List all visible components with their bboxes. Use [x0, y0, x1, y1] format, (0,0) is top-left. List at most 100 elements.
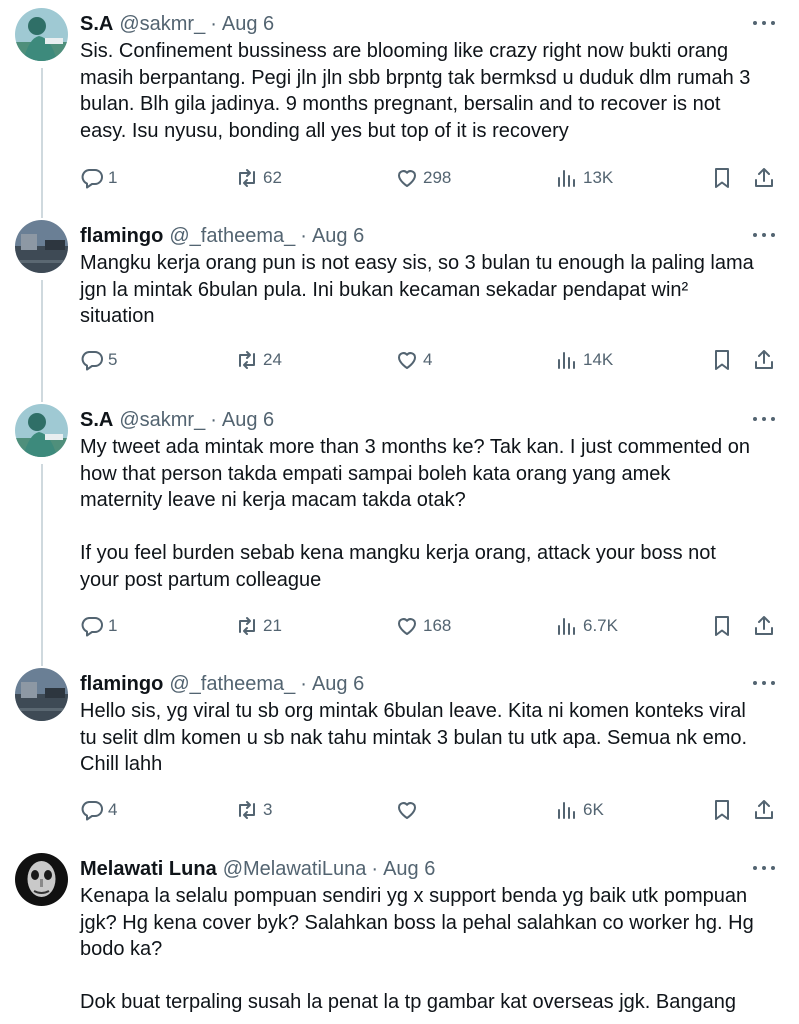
display-name[interactable]: flamingo	[80, 225, 163, 248]
tweet-date[interactable]: Aug 6	[383, 858, 435, 881]
avatar[interactable]	[15, 853, 68, 906]
share-button[interactable]	[752, 345, 776, 375]
reply-button[interactable]: 1	[80, 163, 117, 193]
reply-icon	[81, 801, 103, 821]
display-name[interactable]: S.A	[80, 13, 113, 36]
views-button[interactable]: 14K	[555, 345, 613, 375]
bookmark-button[interactable]	[710, 345, 734, 375]
like-count: 168	[423, 616, 452, 635]
reply-count: 1	[108, 168, 118, 187]
reply-button[interactable]: 5	[80, 345, 117, 375]
separator-dot: ·	[210, 408, 217, 431]
avatar[interactable]	[15, 220, 68, 273]
tweet-date[interactable]: Aug 6	[312, 225, 364, 248]
bookmark-button[interactable]	[710, 163, 734, 193]
like-button[interactable]: 298	[395, 163, 451, 193]
more-icon[interactable]	[753, 12, 777, 32]
share-icon	[755, 168, 773, 187]
bookmark-icon	[715, 616, 729, 636]
reply-icon	[81, 617, 103, 637]
tweet: S.A @sakmr_ · Aug 6 Sis. Confinement bus…	[0, 8, 799, 198]
tweet: flamingo @_fatheema_ · Aug 6 Hello sis, …	[0, 668, 799, 838]
share-button[interactable]	[752, 611, 776, 641]
views-icon	[558, 802, 575, 819]
reply-button[interactable]: 4	[80, 795, 117, 825]
share-icon	[755, 616, 773, 635]
reply-button[interactable]: 1	[80, 611, 117, 641]
tweet-actions: 1 21 168 6.7K	[80, 611, 780, 641]
display-name[interactable]: Melawati Luna	[80, 858, 217, 881]
views-count: 6.7K	[583, 616, 618, 635]
retweet-icon	[239, 169, 255, 187]
user-handle[interactable]: @sakmr_	[119, 409, 205, 432]
more-icon[interactable]	[753, 857, 777, 877]
share-icon	[755, 800, 773, 819]
retweet-count: 62	[263, 168, 282, 187]
separator-dot: ·	[300, 672, 307, 695]
tweet-header: flamingo @_fatheema_ · Aug 6	[80, 222, 364, 250]
reply-count: 5	[108, 350, 118, 369]
reply-icon	[81, 169, 103, 189]
views-icon	[558, 170, 575, 187]
retweet-icon	[239, 617, 255, 635]
tweet-header: S.A @sakmr_ · Aug 6	[80, 406, 274, 434]
more-icon[interactable]	[753, 672, 777, 692]
views-button[interactable]: 13K	[555, 163, 613, 193]
user-handle[interactable]: @sakmr_	[119, 13, 205, 36]
views-count: 13K	[583, 168, 614, 187]
tweet: Melawati Luna @MelawatiLuna · Aug 6 Kena…	[0, 853, 799, 1024]
tweet-actions: 5 24 4 14K	[80, 345, 780, 375]
user-handle[interactable]: @MelawatiLuna	[223, 858, 367, 881]
share-button[interactable]	[752, 163, 776, 193]
tweet-text: Mangku kerja orang pun is not easy sis, …	[80, 252, 754, 327]
avatar[interactable]	[15, 668, 68, 721]
more-icon[interactable]	[753, 408, 777, 428]
tweet-text: My tweet ada mintak more than 3 months k…	[80, 436, 750, 591]
display-name[interactable]: flamingo	[80, 673, 163, 696]
tweet-date[interactable]: Aug 6	[222, 13, 274, 36]
tweet: flamingo @_fatheema_ · Aug 6 Mangku kerj…	[0, 220, 799, 390]
tweet-date[interactable]: Aug 6	[312, 673, 364, 696]
tweet-header: Melawati Luna @MelawatiLuna · Aug 6	[80, 855, 435, 883]
views-count: 14K	[583, 350, 614, 369]
share-icon	[755, 350, 773, 369]
like-count: 298	[423, 168, 452, 187]
views-count: 6K	[583, 800, 604, 819]
tweet-date[interactable]: Aug 6	[222, 409, 274, 432]
views-button[interactable]: 6K	[555, 795, 604, 825]
like-button[interactable]: 4	[395, 345, 432, 375]
retweet-button[interactable]: 62	[235, 163, 282, 193]
bookmark-icon	[715, 168, 729, 188]
views-icon	[558, 352, 575, 369]
share-button[interactable]	[752, 795, 776, 825]
retweet-count: 3	[263, 800, 273, 819]
more-icon[interactable]	[753, 224, 777, 244]
like-icon	[398, 352, 416, 369]
tweet-header: flamingo @_fatheema_ · Aug 6	[80, 670, 364, 698]
tweet-text: Sis. Confinement bussiness are blooming …	[80, 40, 751, 142]
like-icon	[398, 618, 416, 635]
views-icon	[558, 618, 575, 635]
tweet-text: Hello sis, yg viral tu sb org mintak 6bu…	[80, 700, 748, 775]
like-button[interactable]: 168	[395, 611, 451, 641]
separator-dot: ·	[210, 12, 217, 35]
tweet-header: S.A @sakmr_ · Aug 6	[80, 10, 274, 38]
avatar[interactable]	[15, 404, 68, 457]
user-handle[interactable]: @_fatheema_	[169, 673, 295, 696]
retweet-icon	[239, 801, 255, 819]
like-button[interactable]	[395, 795, 423, 825]
bookmark-button[interactable]	[710, 795, 734, 825]
bookmark-button[interactable]	[710, 611, 734, 641]
retweet-button[interactable]: 24	[235, 345, 282, 375]
retweet-button[interactable]: 3	[235, 795, 272, 825]
like-count: 4	[423, 350, 433, 369]
avatar[interactable]	[15, 8, 68, 61]
views-button[interactable]: 6.7K	[555, 611, 618, 641]
retweet-button[interactable]: 21	[235, 611, 282, 641]
user-handle[interactable]: @_fatheema_	[169, 225, 295, 248]
display-name[interactable]: S.A	[80, 409, 113, 432]
tweet-actions: 4 3 6K	[80, 795, 780, 825]
reply-count: 1	[108, 616, 118, 635]
retweet-count: 24	[263, 350, 282, 369]
tweet-actions: 1 62 298 13K	[80, 163, 780, 193]
